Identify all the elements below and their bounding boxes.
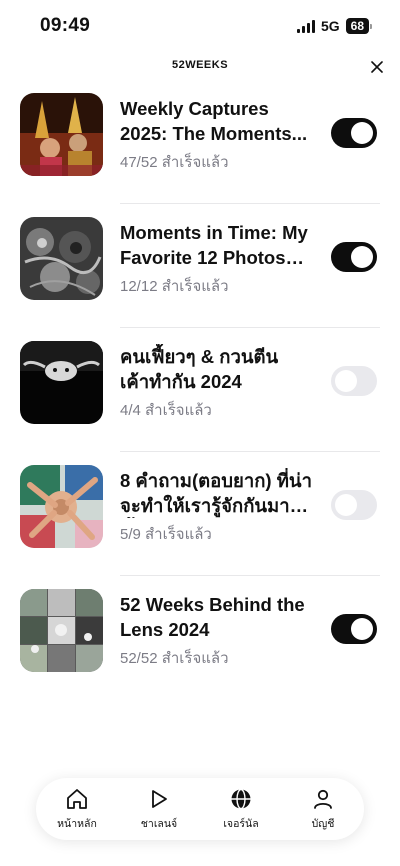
challenge-title: Moments in Time: My Favorite 12 Photos o… xyxy=(120,222,308,268)
tab-label: เจอร์นัล xyxy=(223,817,259,830)
tab-journal[interactable]: เจอร์นัล xyxy=(201,787,281,832)
user-icon xyxy=(314,789,332,809)
challenge-title: Weekly Captures 2025: The Moments... xyxy=(120,98,308,144)
play-icon xyxy=(152,789,167,808)
signal-icon xyxy=(296,19,315,33)
challenge-toggle[interactable] xyxy=(331,490,377,520)
battery-icon: 68 xyxy=(345,18,372,34)
tab-home[interactable]: หน้าหลัก xyxy=(37,787,117,832)
challenge-thumbnail xyxy=(20,341,103,424)
challenge-title: 52 Weeks Behind the Lens 2024 xyxy=(120,594,305,640)
tab-label: หน้าหลัก xyxy=(57,817,97,830)
status-indicators: 5G 68 xyxy=(296,18,372,34)
challenge-toggle[interactable] xyxy=(331,118,377,148)
page-title: 52WEEKS xyxy=(171,59,229,71)
challenge-title: 8 คำถาม(ตอบยาก) ที่น่าจะทำให้เรารู้จักกั… xyxy=(120,470,312,516)
globe-icon xyxy=(231,788,251,809)
challenge-toggle[interactable] xyxy=(331,242,377,272)
challenge-thumbnail xyxy=(20,93,103,176)
close-icon xyxy=(371,61,383,73)
challenge-row[interactable]: 52 Weeks Behind the Lens 2024 52/52 สำเร… xyxy=(0,576,400,700)
network-label: 5G xyxy=(320,18,340,34)
header: 52WEEKS xyxy=(0,50,400,80)
challenge-row[interactable]: 8 คำถาม(ตอบยาก) ที่น่าจะทำให้เรารู้จักกั… xyxy=(0,452,400,576)
bottom-tab-bar: หน้าหลัก ชาเลนจ์ เจอร์นัล บัญชี xyxy=(36,778,364,840)
challenge-row[interactable]: คนเฟี้ยวๆ & กวนตีน เค้าทำกัน 2024 4/4 สำ… xyxy=(0,328,400,452)
challenge-thumbnail xyxy=(20,589,103,672)
home-icon xyxy=(67,788,87,809)
challenge-toggle[interactable] xyxy=(331,614,377,644)
status-time: 09:49 xyxy=(40,15,91,36)
battery-level: 68 xyxy=(345,18,369,34)
challenge-toggle[interactable] xyxy=(331,366,377,396)
challenge-thumbnail xyxy=(20,217,103,300)
challenge-thumbnail xyxy=(20,465,103,548)
close-button[interactable] xyxy=(366,56,388,78)
challenge-row[interactable]: Moments in Time: My Favorite 12 Photos o… xyxy=(0,204,400,328)
challenge-progress: 5/9 สำเร็จแล้ว xyxy=(120,526,212,543)
challenge-row[interactable]: Weekly Captures 2025: The Moments... 47/… xyxy=(0,80,400,204)
challenge-progress: 12/12 สำเร็จแล้ว xyxy=(120,278,229,295)
challenge-title: คนเฟี้ยวๆ & กวนตีน เค้าทำกัน 2024 xyxy=(120,346,279,392)
tab-label: ชาเลนจ์ xyxy=(140,817,178,830)
challenge-progress: 52/52 สำเร็จแล้ว xyxy=(120,650,229,667)
challenge-progress: 47/52 สำเร็จแล้ว xyxy=(120,154,229,171)
status-bar: 09:49 5G 68 xyxy=(0,0,400,50)
tab-challenges[interactable]: ชาเลนจ์ xyxy=(119,787,199,832)
tab-label: บัญชี xyxy=(311,817,335,830)
tab-account[interactable]: บัญชี xyxy=(283,787,363,832)
challenge-list: Weekly Captures 2025: The Moments... 47/… xyxy=(0,80,400,700)
challenge-progress: 4/4 สำเร็จแล้ว xyxy=(120,402,212,419)
